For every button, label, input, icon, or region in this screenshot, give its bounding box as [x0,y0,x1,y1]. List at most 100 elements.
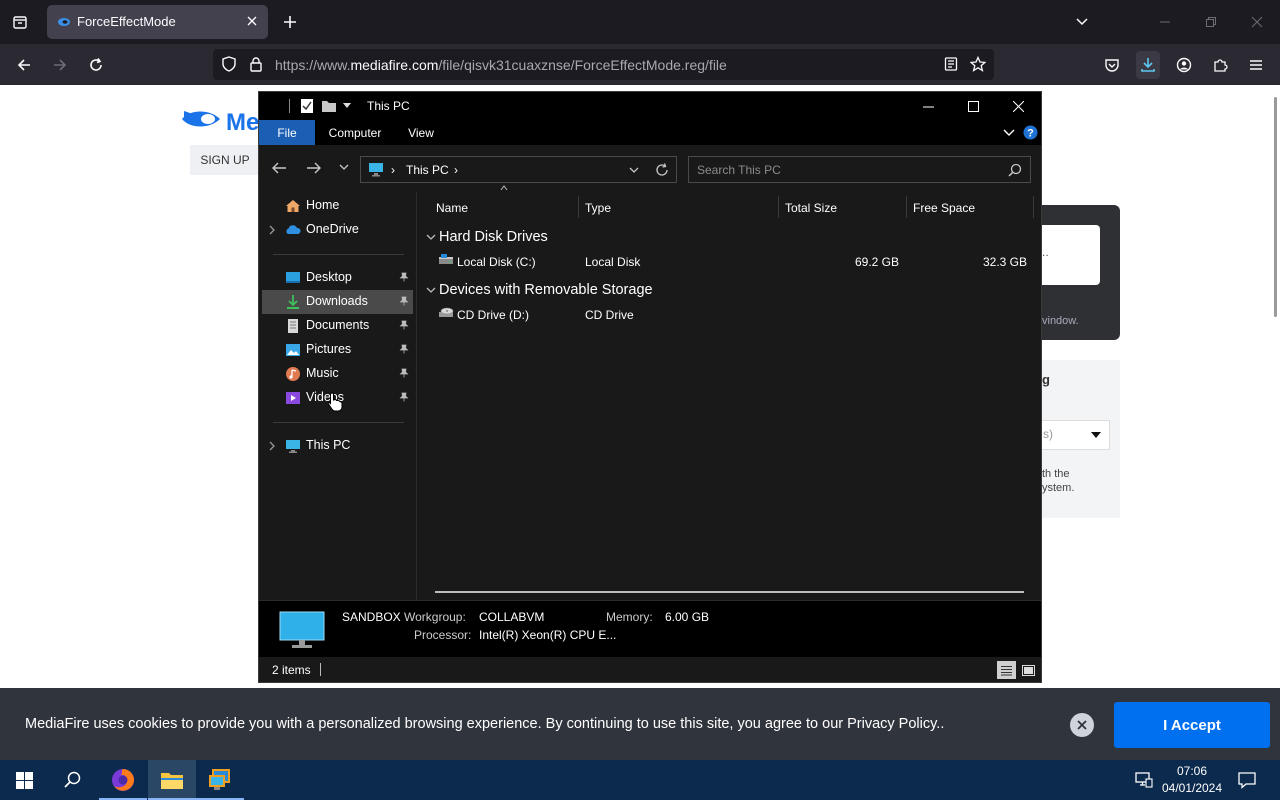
large-icons-view-icon[interactable] [1019,661,1038,679]
lock-icon[interactable] [249,56,263,72]
nav-item-downloads[interactable]: Downloads [262,290,413,314]
qat-dropdown-icon[interactable] [343,103,351,109]
this-pc-monitor-icon [368,162,384,177]
nav-item-music[interactable]: Music [262,362,413,386]
pin-icon[interactable] [399,368,409,378]
group-header-removable-storage[interactable]: Devices with Removable Storage [439,282,653,298]
notification-center-icon[interactable] [1238,771,1256,789]
mediafire-logo[interactable]: Me [180,105,260,135]
tracking-protection-shield-icon[interactable] [221,56,237,72]
browser-tab-active[interactable]: ForceEffectMode [47,5,268,39]
drive-row-local-disk-c[interactable]: Local Disk (C:) Local Disk 69.2 GB 32.3 … [419,249,1041,273]
forward-icon[interactable] [50,55,70,75]
back-icon[interactable] [14,55,34,75]
taskbar-clock-time[interactable]: 07:06 [1160,764,1224,778]
drive-row-cd-drive-d[interactable]: CD Drive (D:) CD Drive [419,302,1041,326]
nav-divider [273,254,404,255]
list-tabs-chevron-icon[interactable] [1072,12,1092,32]
breadcrumb-chevron-icon[interactable]: › [454,163,458,177]
reader-view-icon[interactable] [943,56,959,72]
accept-cookies-button[interactable]: I Accept [1114,702,1270,748]
workgroup-value: COLLABVM [479,610,545,624]
signup-button[interactable]: SIGN UP [190,145,260,175]
bookmark-star-icon[interactable] [970,56,986,72]
taskbar-search-icon[interactable] [48,760,96,800]
downloads-icon[interactable] [1136,51,1160,79]
explorer-close-icon[interactable] [996,92,1041,120]
details-view-icon[interactable] [997,661,1016,679]
restore-icon[interactable] [1201,12,1221,32]
tab-close-icon[interactable] [244,13,260,29]
firefox-taskbar-icon[interactable] [99,760,147,800]
column-separator[interactable] [1033,196,1034,218]
help-icon[interactable]: ? [1023,125,1038,140]
horizontal-scrollbar[interactable] [435,591,1024,593]
recent-locations-chevron-icon[interactable] [339,164,349,172]
info-select[interactable]: s) [1040,420,1110,450]
ribbon-tab-view[interactable]: View [399,120,443,145]
expand-chevron-icon[interactable] [268,225,276,235]
column-separator[interactable] [578,196,579,218]
ribbon-expand-chevron-icon[interactable] [1003,128,1015,138]
column-header-name[interactable]: Name [436,201,468,215]
nav-item-pictures[interactable]: Pictures [262,338,413,362]
minimize-icon[interactable] [1155,12,1175,32]
desktop-icon [285,270,301,286]
nav-item-documents[interactable]: Documents [262,314,413,338]
account-icon[interactable] [1174,55,1194,75]
breadcrumb-separator-icon: › [391,163,395,177]
group-header-hard-disk-drives[interactable]: Hard Disk Drives [439,229,548,245]
column-header-free-space[interactable]: Free Space [913,201,975,215]
pocket-icon[interactable] [1102,55,1122,75]
explorer-minimize-icon[interactable] [906,92,951,120]
remote-desktop-taskbar-icon[interactable] [196,760,244,800]
pin-icon[interactable] [399,320,409,330]
pin-icon[interactable] [399,272,409,282]
pin-icon[interactable] [399,296,409,306]
ribbon-tab-file[interactable]: File [259,120,315,145]
start-windows-icon[interactable] [0,760,48,800]
column-header-type[interactable]: Type [585,201,611,215]
cookie-close-icon[interactable] [1070,713,1094,737]
explorer-back-icon[interactable] [271,161,287,175]
nav-item-this-pc[interactable]: This PC [262,434,413,458]
taskbar-clock-date[interactable]: 04/01/2024 [1160,781,1224,795]
network-icon[interactable] [1135,771,1153,789]
explorer-titlebar[interactable]: This PC [259,92,1041,120]
browser-tab-bar: ForceEffectMode [0,0,1280,44]
pin-icon[interactable] [399,392,409,402]
column-header-total-size[interactable]: Total Size [785,201,837,215]
pin-icon[interactable] [399,344,409,354]
mouse-pointer-hand-icon [327,392,343,412]
close-window-icon[interactable] [1247,12,1267,32]
properties-checkbox-icon[interactable] [300,98,314,114]
page-scrollbar[interactable] [1274,97,1277,317]
extensions-icon[interactable] [1210,55,1230,75]
ribbon-tab-computer[interactable]: Computer [319,120,391,145]
explorer-maximize-icon[interactable] [951,92,996,120]
explorer-search-box[interactable]: Search This PC [688,156,1031,183]
refresh-icon[interactable] [655,163,669,177]
column-separator[interactable] [906,196,907,218]
nav-item-desktop[interactable]: Desktop [262,266,413,290]
expand-chevron-icon[interactable] [268,441,276,451]
nav-item-home[interactable]: Home [262,194,413,218]
breadcrumb-this-pc[interactable]: This PC [406,163,449,177]
new-folder-icon[interactable] [321,99,337,113]
tab-overview-icon[interactable] [10,12,30,32]
group-collapse-chevron-icon[interactable] [426,287,436,295]
column-separator[interactable] [778,196,779,218]
nav-item-onedrive[interactable]: OneDrive [262,218,413,242]
computer-name: SANDBOX [342,610,401,624]
new-tab-icon[interactable] [280,12,300,32]
url-bar[interactable]: https://www.mediafire.com/file/qisvk31cu… [213,49,994,80]
group-collapse-chevron-icon[interactable] [426,234,436,242]
search-icon[interactable] [1008,163,1022,177]
file-explorer-taskbar-icon[interactable] [148,760,196,800]
explorer-address-bar[interactable]: › This PC › [360,156,677,183]
hard-drive-icon [438,253,454,267]
reload-icon[interactable] [86,55,106,75]
hamburger-menu-icon[interactable] [1246,55,1266,75]
address-dropdown-icon[interactable] [629,167,639,174]
explorer-forward-icon[interactable] [306,161,322,175]
